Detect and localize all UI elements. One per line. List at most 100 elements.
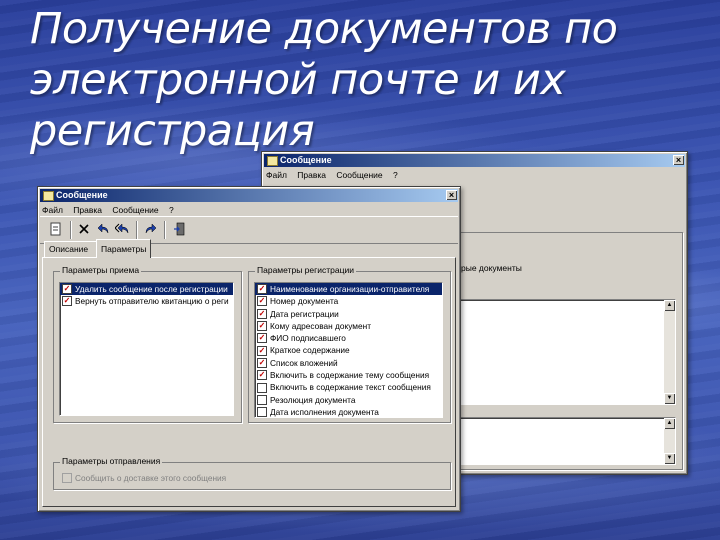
registration-option-row[interactable]: Включить в содержание текст сообщения (255, 381, 442, 393)
menu-message[interactable]: Сообщение (112, 205, 158, 215)
exit-button[interactable] (172, 221, 188, 237)
registration-option-label: Резолюция документа (270, 394, 356, 405)
parameters-panel: Параметры приема ✓ Удалить сообщение пос… (42, 257, 456, 507)
registration-option-label: Включить в содержание тему сообщения (270, 370, 430, 381)
slide-title-line-1: Получение документов по (30, 4, 618, 54)
registration-option-row[interactable]: ✓ Краткое содержание (255, 344, 442, 356)
envelope-icon (267, 156, 278, 166)
reply-arrow-icon (97, 223, 109, 234)
register-icon (50, 222, 61, 236)
registration-option-label: Кому адресован документ (270, 320, 371, 331)
registration-option-label: Дата регистрации (270, 308, 339, 319)
back-window-lower-text-area[interactable] (459, 417, 676, 465)
toolbar-separator (70, 221, 72, 239)
checkbox-checked[interactable]: ✓ (62, 296, 72, 307)
registration-group: Параметры регистрации ✓ Наименование орга… (248, 265, 451, 423)
registration-option-row[interactable]: ✓ Включить в содержание тему сообщения (255, 369, 442, 381)
registration-option-row[interactable]: ✓ Наименование организации-отправителя (255, 283, 442, 296)
sending-group-label: Параметры отправления (60, 456, 163, 466)
exit-door-icon (174, 222, 185, 236)
registration-option-label: Включить в содержание текст сообщения (270, 382, 431, 393)
registration-option-row[interactable]: ✓ ФИО подписавшего (255, 332, 442, 344)
registration-option-row[interactable]: ✓ Дата регистрации (255, 308, 442, 320)
reception-group-label: Параметры приема (60, 265, 142, 275)
registration-option-label: Номер документа (270, 296, 339, 307)
registration-option-label: Дата исполнения документа (270, 406, 379, 417)
checkbox-checked[interactable]: ✓ (62, 284, 72, 295)
menu-edit[interactable]: Правка (73, 205, 102, 215)
checkbox-checked[interactable]: ✓ (257, 284, 267, 295)
reply-button[interactable] (96, 221, 112, 237)
front-window-menubar: Файл Правка Сообщение ? (38, 204, 460, 216)
toolbar-separator (164, 221, 166, 239)
registration-option-row[interactable]: ✓ Кому адресован документ (255, 320, 442, 332)
back-window-panel: рые документы ▲ ▼ ▲ ▼ (452, 232, 683, 470)
reception-option-label: Вернуть отправителю квитанцию о реги (75, 296, 229, 307)
register-document-button[interactable] (48, 221, 64, 237)
checkbox-checked[interactable]: ✓ (257, 357, 267, 368)
reception-option-row[interactable]: ✓ Вернуть отправителю квитанцию о реги (60, 295, 233, 307)
forward-button[interactable] (142, 221, 158, 237)
registration-option-label: Список вложений (270, 357, 338, 368)
forward-arrow-icon (145, 223, 157, 234)
checkbox-checked[interactable]: ✓ (257, 370, 267, 381)
registration-option-row[interactable]: Резолюция документа (255, 394, 442, 406)
front-message-window[interactable]: Сообщение × Файл Правка Сообщение ? Опис (37, 186, 461, 512)
back-window-close-button[interactable]: × (673, 155, 684, 165)
back-window-title: Сообщение (280, 155, 332, 165)
slide-title: Получение документов по электронной почт… (30, 4, 618, 157)
front-window-title: Сообщение (56, 190, 108, 200)
toolbar-separator (136, 221, 138, 239)
checkbox-checked[interactable]: ✓ (257, 296, 267, 307)
back-window-titlebar[interactable]: Сообщение × (264, 154, 685, 167)
back-window-menubar: Файл Правка Сообщение ? (262, 169, 687, 181)
back-menu-edit[interactable]: Правка (297, 170, 326, 180)
checkbox-checked[interactable]: ✓ (257, 333, 267, 344)
registration-group-label: Параметры регистрации (255, 265, 356, 275)
back-window-text-area[interactable] (459, 299, 676, 405)
tab-parameters[interactable]: Параметры (96, 239, 152, 258)
reception-option-label: Удалить сообщение после регистрации (75, 284, 228, 294)
checkbox-checked[interactable]: ✓ (257, 345, 267, 356)
menu-file[interactable]: Файл (42, 205, 63, 215)
sending-parameters-group: Параметры отправления Сообщить о доставк… (53, 456, 451, 490)
reply-all-button[interactable] (114, 221, 130, 237)
registration-option-row[interactable]: ✓ Номер документа (255, 295, 442, 307)
registration-options-list[interactable]: ✓ Наименование организации-отправителя ✓ Н… (254, 282, 443, 418)
checkbox-unchecked[interactable] (257, 394, 267, 405)
back-window-lower-scrollbar[interactable]: ▲ ▼ (664, 418, 675, 464)
checkbox-checked[interactable]: ✓ (257, 321, 267, 332)
delete-x-icon (79, 224, 89, 234)
back-menu-message[interactable]: Сообщение (336, 170, 382, 180)
registration-option-row[interactable]: ✓ Список вложений (255, 357, 442, 369)
scroll-up-arrow-icon[interactable]: ▲ (664, 300, 675, 311)
scroll-up-arrow-icon[interactable]: ▲ (664, 418, 675, 429)
checkbox-unchecked[interactable] (257, 407, 267, 417)
front-window-titlebar[interactable]: Сообщение × (40, 189, 458, 202)
delivery-notice-option[interactable]: Сообщить о доставке этого сообщения (60, 472, 226, 484)
reception-option-row[interactable]: ✓ Удалить сообщение после регистрации (60, 283, 233, 296)
slide-title-line-2: электронной почте и их (30, 55, 566, 105)
back-window-scrollbar[interactable]: ▲ ▼ (664, 300, 675, 404)
checkbox-unchecked[interactable] (257, 382, 267, 393)
menu-help[interactable]: ? (169, 205, 174, 215)
scroll-down-arrow-icon[interactable]: ▼ (664, 453, 675, 464)
registration-option-label: Наименование организации-отправителя (270, 284, 430, 294)
registration-option-label: Краткое содержание (270, 345, 350, 356)
registration-option-row[interactable]: Дата исполнения документа (255, 406, 442, 417)
checkbox-disabled[interactable] (62, 473, 72, 484)
delete-button[interactable] (76, 221, 92, 237)
reception-options-list[interactable]: ✓ Удалить сообщение после регистрации ✓ … (59, 282, 234, 416)
delivery-notice-label: Сообщить о доставке этого сообщения (75, 473, 227, 483)
registration-option-label: ФИО подписавшего (270, 333, 346, 344)
scroll-down-arrow-icon[interactable]: ▼ (664, 393, 675, 404)
front-window-close-button[interactable]: × (446, 190, 457, 200)
tab-description[interactable]: Описание (44, 241, 98, 257)
checkbox-checked[interactable]: ✓ (257, 308, 267, 319)
back-menu-help[interactable]: ? (393, 170, 398, 180)
reply-all-arrow-icon (115, 223, 129, 234)
reception-group: Параметры приема ✓ Удалить сообщение пос… (53, 265, 242, 423)
back-menu-file[interactable]: Файл (266, 170, 287, 180)
envelope-icon (43, 191, 54, 201)
slide-title-line-3: регистрация (30, 106, 315, 156)
